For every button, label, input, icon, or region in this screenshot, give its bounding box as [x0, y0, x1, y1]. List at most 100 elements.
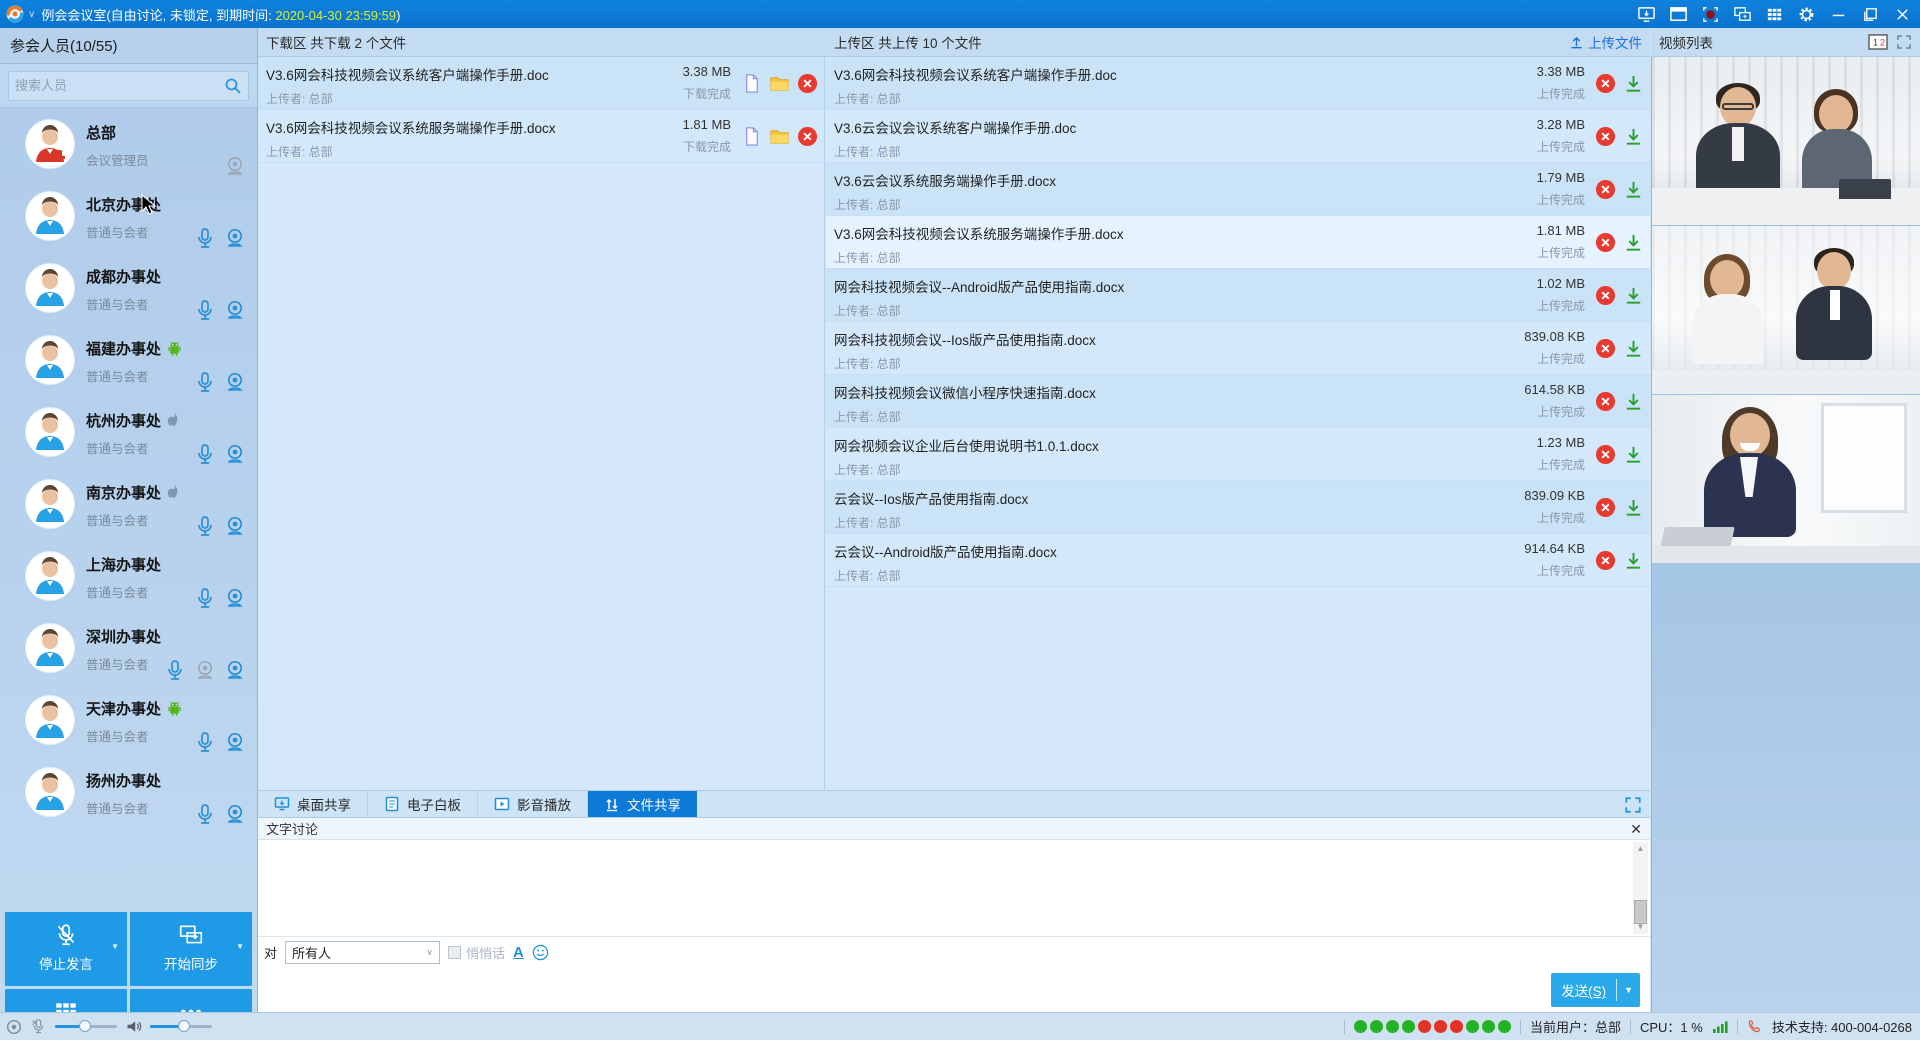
- layout-1-2-icon[interactable]: 12: [1868, 34, 1888, 50]
- upload-file-row[interactable]: 网会视频会议企业后台使用说明书1.0.1.docx上传者: 总部 1.23 MB…: [826, 428, 1650, 481]
- participant-row[interactable]: 杭州办事处 普通与会者: [0, 398, 257, 470]
- delete-file-icon[interactable]: [1595, 179, 1616, 200]
- delete-file-icon[interactable]: [1595, 391, 1616, 412]
- delete-file-icon[interactable]: [797, 126, 818, 147]
- participant-row[interactable]: 上海办事处 普通与会者: [0, 542, 257, 614]
- delete-file-icon[interactable]: [1595, 497, 1616, 518]
- delete-file-icon[interactable]: [1595, 285, 1616, 306]
- participant-row[interactable]: 扬州办事处 普通与会者: [0, 758, 257, 830]
- webcam-icon[interactable]: [223, 730, 247, 754]
- webcam-icon[interactable]: [223, 442, 247, 466]
- participant-row[interactable]: 北京办事处 普通与会者: [0, 182, 257, 254]
- search-input[interactable]: [15, 78, 224, 93]
- search-icon[interactable]: [224, 77, 242, 95]
- media-window-icon[interactable]: [1669, 5, 1688, 24]
- tab[interactable]: 电子白板: [368, 791, 478, 817]
- open-file-icon[interactable]: [741, 126, 762, 147]
- record-icon[interactable]: [1701, 5, 1720, 24]
- webcam-icon[interactable]: [223, 658, 247, 682]
- webcam-off-icon[interactable]: [223, 154, 247, 178]
- webcam-icon[interactable]: [223, 586, 247, 610]
- record-indicator-icon[interactable]: [6, 1019, 22, 1035]
- speaker-volume-slider[interactable]: [150, 1025, 212, 1028]
- upload-file-row[interactable]: 网会科技视频会议微信小程序快速指南.docx上传者: 总部 614.58 KB上…: [826, 375, 1650, 428]
- delete-file-icon[interactable]: [1595, 338, 1616, 359]
- tab[interactable]: 文件共享: [588, 791, 697, 817]
- download-file-icon[interactable]: [1623, 73, 1644, 94]
- video-thumbnail-1[interactable]: [1652, 57, 1920, 225]
- settings-gear-icon[interactable]: [1797, 5, 1816, 24]
- download-file-icon[interactable]: [1623, 497, 1644, 518]
- participant-row[interactable]: 深圳办事处 普通与会者: [0, 614, 257, 686]
- upload-file-row[interactable]: 网会科技视频会议--Android版产品使用指南.docx上传者: 总部 1.0…: [826, 269, 1650, 322]
- delete-file-icon[interactable]: [1595, 232, 1616, 253]
- search-box[interactable]: [8, 71, 249, 101]
- font-style-button[interactable]: A: [513, 944, 524, 961]
- microphone-icon[interactable]: [193, 442, 217, 466]
- sync-screens-icon[interactable]: [1733, 5, 1752, 24]
- minimize-icon[interactable]: [1829, 5, 1848, 24]
- webcam-icon[interactable]: [223, 298, 247, 322]
- upload-file-button[interactable]: 上传文件: [1569, 32, 1642, 52]
- webcam-off-icon[interactable]: [193, 658, 217, 682]
- close-icon[interactable]: [1893, 5, 1912, 24]
- webcam-icon[interactable]: [223, 514, 247, 538]
- microphone-icon[interactable]: [193, 370, 217, 394]
- delete-file-icon[interactable]: [1595, 444, 1616, 465]
- delete-file-icon[interactable]: [797, 73, 818, 94]
- mic-muted-icon[interactable]: [30, 1018, 47, 1035]
- open-file-icon[interactable]: [741, 73, 762, 94]
- fullscreen-icon[interactable]: [1896, 34, 1912, 50]
- chevron-down-icon[interactable]: ∨: [28, 9, 35, 20]
- delete-file-icon[interactable]: [1595, 550, 1616, 571]
- layout-grid-icon[interactable]: [1765, 5, 1784, 24]
- download-file-icon[interactable]: [1623, 179, 1644, 200]
- microphone-icon[interactable]: [193, 730, 217, 754]
- microphone-icon[interactable]: [163, 658, 187, 682]
- upload-file-row[interactable]: V3.6云会议系统服务端操作手册.docx上传者: 总部 1.79 MB上传完成: [826, 163, 1650, 216]
- delete-file-icon[interactable]: [1595, 73, 1616, 94]
- microphone-icon[interactable]: [193, 226, 217, 250]
- open-folder-icon[interactable]: [769, 126, 790, 147]
- download-file-icon[interactable]: [1623, 444, 1644, 465]
- whisper-checkbox[interactable]: [448, 946, 461, 959]
- delete-file-icon[interactable]: [1595, 126, 1616, 147]
- upload-file-row[interactable]: V3.6云会议会议系统客户端操作手册.doc上传者: 总部 3.28 MB上传完…: [826, 110, 1650, 163]
- emoji-button[interactable]: [532, 944, 549, 961]
- participant-row[interactable]: 南京办事处 普通与会者: [0, 470, 257, 542]
- download-file-icon[interactable]: [1623, 391, 1644, 412]
- microphone-icon[interactable]: [193, 802, 217, 826]
- webcam-icon[interactable]: [223, 370, 247, 394]
- download-file-icon[interactable]: [1623, 232, 1644, 253]
- download-file-icon[interactable]: [1623, 338, 1644, 359]
- tab[interactable]: 影音播放: [478, 791, 588, 817]
- participant-row[interactable]: 成都办事处 普通与会者: [0, 254, 257, 326]
- microphone-icon[interactable]: [193, 586, 217, 610]
- participant-row[interactable]: 天津办事处 普通与会者: [0, 686, 257, 758]
- scroll-up-icon[interactable]: ▲: [1633, 842, 1648, 856]
- microphone-icon[interactable]: [193, 514, 217, 538]
- participant-row[interactable]: 总部 会议管理员: [0, 110, 257, 182]
- download-file-icon[interactable]: [1623, 550, 1644, 571]
- participant-row[interactable]: 福建办事处 普通与会者: [0, 326, 257, 398]
- footer-button-2[interactable]: 开始同步 ▼: [130, 912, 252, 986]
- send-button[interactable]: 发送(S) ▼: [1551, 973, 1640, 1007]
- upload-file-row[interactable]: 网会科技视频会议--Ios版产品使用指南.docx上传者: 总部 839.08 …: [826, 322, 1650, 375]
- webcam-icon[interactable]: [223, 802, 247, 826]
- upload-file-row[interactable]: 云会议--Android版产品使用指南.docx上传者: 总部 914.64 K…: [826, 534, 1650, 587]
- chat-scrollbar[interactable]: ▲ ▼: [1633, 842, 1648, 934]
- tab[interactable]: 桌面共享: [258, 791, 368, 817]
- upload-file-row[interactable]: 云会议--Ios版产品使用指南.docx上传者: 总部 839.09 KB上传完…: [826, 481, 1650, 534]
- download-file-row[interactable]: V3.6网会科技视频会议系统客户端操作手册.doc上传者: 总部 3.38 MB…: [258, 57, 824, 110]
- download-file-icon[interactable]: [1623, 126, 1644, 147]
- expand-panel-icon[interactable]: [1624, 796, 1642, 814]
- open-folder-icon[interactable]: [769, 73, 790, 94]
- video-thumbnail-3[interactable]: [1652, 395, 1920, 563]
- screen-share-icon[interactable]: [1637, 5, 1656, 24]
- video-thumbnail-2[interactable]: [1652, 226, 1920, 394]
- download-file-row[interactable]: V3.6网会科技视频会议系统服务端操作手册.docx上传者: 总部 1.81 M…: [258, 110, 824, 163]
- send-options-icon[interactable]: ▼: [1617, 985, 1640, 995]
- recipient-select[interactable]: 所有人 ∨: [285, 941, 440, 964]
- mic-volume-slider[interactable]: [55, 1025, 117, 1028]
- maximize-icon[interactable]: [1861, 5, 1880, 24]
